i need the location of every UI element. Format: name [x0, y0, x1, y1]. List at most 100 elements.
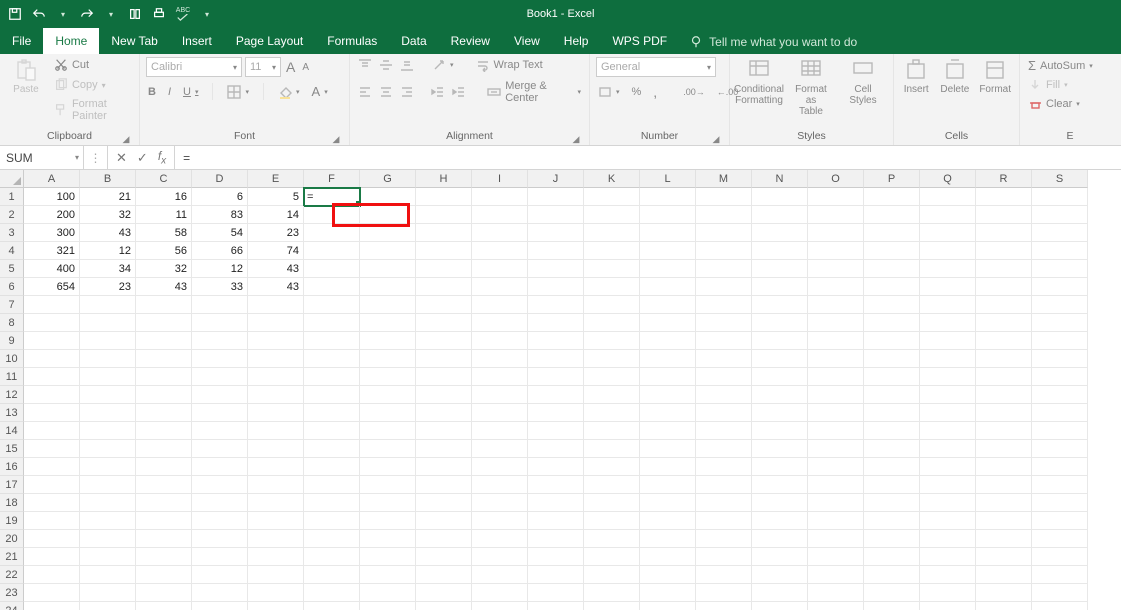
cell[interactable] [640, 278, 696, 296]
cell[interactable] [1032, 530, 1088, 548]
cell[interactable] [136, 314, 192, 332]
cell[interactable] [192, 440, 248, 458]
cell[interactable] [416, 296, 472, 314]
cell[interactable] [192, 530, 248, 548]
percent-icon[interactable]: % [630, 85, 644, 99]
colhead-N[interactable]: N [752, 170, 808, 188]
cell[interactable] [248, 404, 304, 422]
cell[interactable] [696, 422, 752, 440]
rowhead-9[interactable]: 9 [0, 332, 24, 350]
cell[interactable] [808, 386, 864, 404]
save-icon[interactable] [6, 5, 24, 23]
align-center-icon[interactable] [377, 84, 395, 100]
cell[interactable] [248, 332, 304, 350]
cell[interactable] [864, 314, 920, 332]
cell[interactable] [416, 314, 472, 332]
cell[interactable] [696, 440, 752, 458]
cell[interactable] [304, 242, 360, 260]
cell[interactable] [304, 458, 360, 476]
cell[interactable] [976, 422, 1032, 440]
cell[interactable] [976, 494, 1032, 512]
cell[interactable] [192, 422, 248, 440]
cell[interactable] [248, 494, 304, 512]
cell[interactable] [528, 368, 584, 386]
cell[interactable] [920, 386, 976, 404]
cell[interactable] [360, 566, 416, 584]
cell[interactable] [80, 602, 136, 610]
tab-view[interactable]: View [502, 28, 552, 54]
cell[interactable] [80, 404, 136, 422]
cell[interactable] [808, 242, 864, 260]
cell[interactable] [864, 332, 920, 350]
cell[interactable] [640, 584, 696, 602]
cell[interactable] [920, 584, 976, 602]
rowhead-10[interactable]: 10 [0, 350, 24, 368]
cell[interactable] [528, 296, 584, 314]
cell[interactable] [808, 350, 864, 368]
tab-formulas[interactable]: Formulas [315, 28, 389, 54]
cell[interactable] [136, 296, 192, 314]
colhead-K[interactable]: K [584, 170, 640, 188]
cell[interactable] [920, 278, 976, 296]
cell[interactable] [696, 458, 752, 476]
cell[interactable] [360, 188, 416, 206]
rowhead-23[interactable]: 23 [0, 584, 24, 602]
cell[interactable] [640, 224, 696, 242]
cell[interactable] [976, 260, 1032, 278]
fx-icon[interactable]: fx [158, 149, 166, 166]
cell[interactable] [304, 278, 360, 296]
cell[interactable] [360, 512, 416, 530]
cell[interactable] [752, 584, 808, 602]
cell[interactable] [584, 602, 640, 610]
font-color-icon[interactable]: A▾ [310, 83, 330, 100]
rowhead-13[interactable]: 13 [0, 404, 24, 422]
cell[interactable] [24, 530, 80, 548]
cell[interactable] [1032, 188, 1088, 206]
cell[interactable] [304, 494, 360, 512]
orientation-icon[interactable]: ▾ [430, 57, 456, 73]
tab-insert[interactable]: Insert [170, 28, 224, 54]
cell[interactable] [192, 368, 248, 386]
cell[interactable] [136, 440, 192, 458]
cell[interactable] [1032, 350, 1088, 368]
cell[interactable] [976, 350, 1032, 368]
cell[interactable] [472, 602, 528, 610]
cell[interactable] [528, 188, 584, 206]
cell[interactable] [1032, 314, 1088, 332]
colhead-H[interactable]: H [416, 170, 472, 188]
cell[interactable]: 32 [80, 206, 136, 224]
cell[interactable] [472, 494, 528, 512]
cell[interactable] [248, 530, 304, 548]
cell[interactable] [360, 278, 416, 296]
cell[interactable] [360, 494, 416, 512]
cell[interactable] [584, 530, 640, 548]
cell[interactable] [24, 602, 80, 610]
cell[interactable] [696, 548, 752, 566]
cell[interactable] [24, 494, 80, 512]
cell[interactable] [752, 296, 808, 314]
cell[interactable] [24, 314, 80, 332]
cell[interactable] [1032, 494, 1088, 512]
cell[interactable] [416, 548, 472, 566]
cell[interactable] [696, 566, 752, 584]
colhead-F[interactable]: F [304, 170, 360, 188]
cell[interactable] [864, 584, 920, 602]
cell[interactable] [920, 548, 976, 566]
cell[interactable] [808, 332, 864, 350]
cell[interactable] [360, 458, 416, 476]
colhead-I[interactable]: I [472, 170, 528, 188]
cell[interactable] [808, 404, 864, 422]
cell[interactable] [416, 566, 472, 584]
cell[interactable] [640, 476, 696, 494]
rowhead-3[interactable]: 3 [0, 224, 24, 242]
cell[interactable] [752, 512, 808, 530]
cell[interactable] [584, 494, 640, 512]
cell[interactable] [360, 206, 416, 224]
cell[interactable] [528, 422, 584, 440]
autosum-button[interactable]: ΣAutoSum ▾ [1026, 57, 1095, 74]
cell[interactable] [584, 278, 640, 296]
formula-input[interactable]: = [175, 146, 1121, 169]
cell[interactable] [304, 476, 360, 494]
cell[interactable] [136, 350, 192, 368]
cell[interactable]: 14 [248, 206, 304, 224]
